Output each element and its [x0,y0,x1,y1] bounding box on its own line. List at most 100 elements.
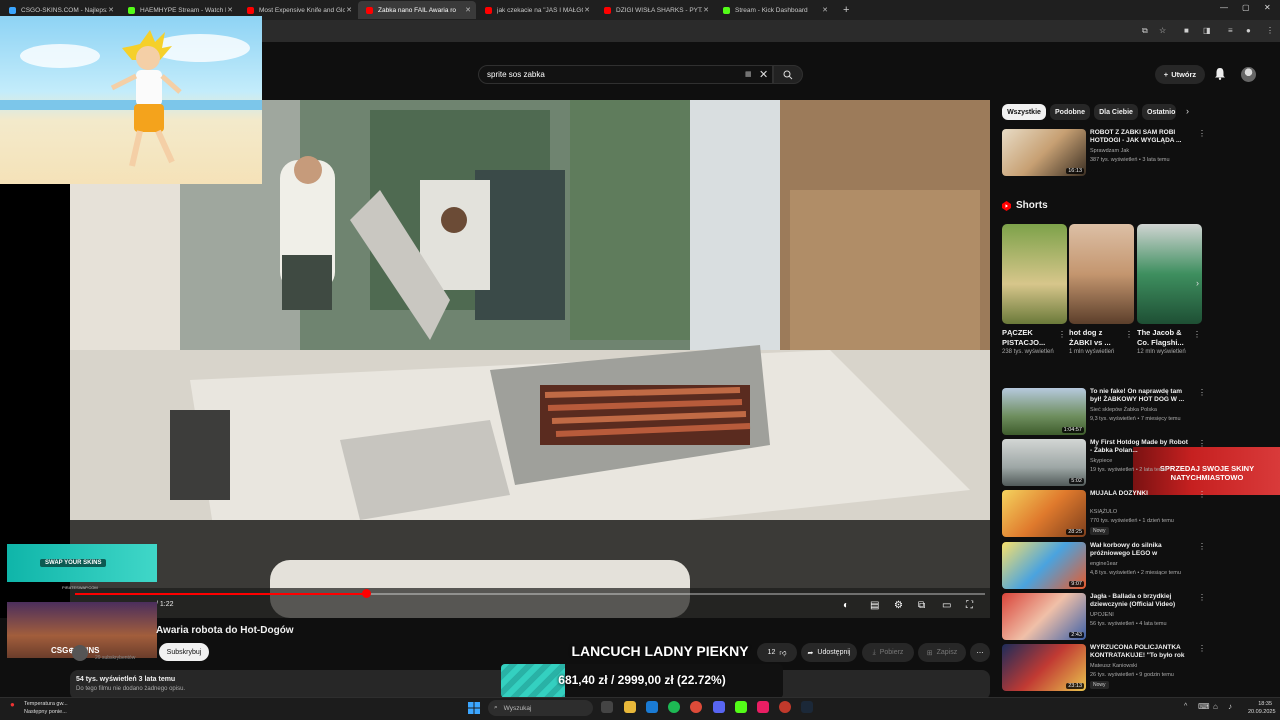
media-icon[interactable]: ≡ [1228,26,1233,35]
close-tab-icon[interactable]: ✕ [703,6,709,14]
download-button[interactable]: ⤓ Pobierz [862,643,914,662]
bookmark-star-icon[interactable]: ☆ [1159,26,1166,35]
channel-name[interactable]: Skypiece [1090,458,1112,464]
video-title[interactable]: WYRZUCONA POLICJANTKA KONTRATAKUJE! "To … [1090,644,1190,660]
clear-search-icon[interactable]: ✕ [759,68,768,81]
more-options-icon[interactable]: ⋮ [1198,388,1206,397]
menu-icon[interactable]: ⋮ [1266,26,1274,35]
keyboard-icon[interactable]: ▦ [745,70,752,78]
chip-related[interactable]: Podobne [1050,104,1090,120]
kick-icon[interactable] [735,701,747,713]
maximize-icon[interactable]: ▢ [1242,3,1250,12]
short-title[interactable]: The Jacob & Co. Flagshi... [1137,328,1192,348]
extension-icon[interactable]: ■ [1184,26,1189,35]
new-tab-icon[interactable]: + [843,4,849,16]
more-options-icon[interactable]: ⋮ [1198,439,1206,448]
browser-tab[interactable]: DZIGI WISŁA SHARKS - PYTANI✕ [596,1,714,19]
video-thumbnail[interactable]: 1:04:57 [1002,388,1086,435]
video-thumbnail[interactable]: 28:25 [1002,490,1086,537]
store-icon[interactable] [646,701,658,713]
more-options-icon[interactable]: ⋮ [1198,490,1206,499]
more-options-icon[interactable]: ⋮ [1125,330,1133,339]
channel-name[interactable]: Sieć sklepów Żabka Polska [1090,407,1157,413]
create-button[interactable]: + Utwórz [1155,65,1205,84]
close-tab-icon[interactable]: ✕ [584,6,590,14]
chip-all[interactable]: Wszystkie [1002,104,1046,120]
video-title[interactable]: ROBOT Z ŻABKI SAM ROBI HOTDOGI - JAK WYG… [1090,129,1190,145]
short-item[interactable]: hot dog z ŻABKI vs ... 1 mln wyświetleń … [1069,224,1134,357]
close-tab-icon[interactable]: ✕ [227,6,233,14]
subscribe-button[interactable]: Subskrybuj [159,643,209,661]
video-title[interactable]: To nie fake! On naprawdę tam był! ŻABKOW… [1090,388,1190,404]
more-options-icon[interactable]: ⋮ [1198,542,1206,551]
spotify-icon[interactable] [668,701,680,713]
browser-tab[interactable]: jak czekacie na "JAŚ I MAŁGOS ✕ [477,1,595,19]
chevron-right-icon[interactable]: › [1186,106,1189,116]
file-explorer-icon[interactable] [624,701,636,713]
channel-name[interactable]: Mateusz Kaniowski [1090,663,1137,669]
app-icon[interactable] [779,701,791,713]
taskbar-search[interactable]: ⌕ Wyszukaj [488,700,593,716]
autoplay-toggle[interactable]: ◐ [843,600,849,611]
extensions-puzzle-icon[interactable]: ◨ [1203,26,1211,35]
video-thumbnail[interactable]: 23:13 [1002,644,1086,691]
video-thumbnail[interactable]: 5:02 [1002,439,1086,486]
channel-name[interactable]: engine1ear [1090,561,1118,567]
more-actions-button[interactable]: ⋯ [970,643,990,662]
volume-icon[interactable]: ♪ [1228,702,1232,711]
more-options-icon[interactable]: ⋮ [1198,129,1206,138]
language-icon[interactable]: ⌨ [1198,702,1210,711]
close-tab-icon[interactable]: ✕ [465,6,471,14]
share-button[interactable]: ➦ Udostępnij [801,643,857,662]
system-clock[interactable]: 18:35 20.09.2025 [1248,700,1276,716]
network-icon[interactable]: ⌂ [1213,702,1218,711]
video-title[interactable]: My First Hotdog Made by Robot - Żabka Po… [1090,439,1190,455]
channel-name[interactable]: Sprawdzam Jak [1090,148,1129,154]
short-item[interactable]: The Jacob & Co. Flagshi... 12 mln wyświe… [1137,224,1202,357]
short-thumbnail[interactable] [1069,224,1134,324]
minimize-icon[interactable]: — [1220,3,1228,12]
video-title[interactable]: Wał korbowy do silnika próżniowego LEGO … [1090,542,1190,558]
notifications-bell-icon[interactable] [1214,67,1226,80]
swap-skins-banner[interactable]: SWAP YOUR SKINS PIRATESWAP.COM [7,544,157,590]
search-button[interactable] [773,65,803,84]
more-options-icon[interactable]: ⋮ [1193,330,1201,339]
browser-tab-active[interactable]: Żabka nano FAIL Awaria ro ✕ [358,1,476,19]
profile-icon[interactable]: ● [1246,26,1251,35]
close-tab-icon[interactable]: ✕ [346,6,352,14]
short-item[interactable]: PĄCZEK PISTACJO... 238 tys. wyświetleń ⋮ [1002,224,1067,357]
video-thumbnail[interactable]: 2:43 [1002,593,1086,640]
app-icon[interactable] [757,701,769,713]
steam-icon[interactable] [801,701,813,713]
video-title[interactable]: MUJALA DOŻYNKI [1090,490,1190,498]
video-thumbnail[interactable]: 9:07 [1002,542,1086,589]
search-input[interactable]: sprite sos zabka ▦ ✕ [478,65,773,84]
subtitles-icon[interactable]: ▤ [870,600,879,611]
fullscreen-icon[interactable]: ⛶ [966,600,973,611]
account-avatar[interactable] [1241,67,1256,82]
windows-start-icon[interactable] [468,702,480,714]
weather-widget[interactable]: Temperatura gw... Następny ponie... [24,700,68,716]
task-view-icon[interactable] [601,701,613,713]
channel-name[interactable]: KSIĄŻULO [1090,509,1117,515]
browser-tab[interactable]: Stream - Kick Dashboard ✕ [715,1,833,19]
miniplayer-icon[interactable]: ⧉ [918,600,925,611]
theater-mode-icon[interactable]: ▭ [942,600,951,611]
close-tab-icon[interactable]: ✕ [108,6,114,14]
chip-recent[interactable]: Ostatnio [1142,104,1176,120]
channel-name[interactable]: UPOJENI [1090,612,1114,618]
short-title[interactable]: PĄCZEK PISTACJO... [1002,328,1057,348]
settings-gear-icon[interactable]: ⚙ [894,600,903,611]
more-options-icon[interactable]: ⋮ [1198,593,1206,602]
short-title[interactable]: hot dog z ŻABKI vs ... [1069,328,1124,348]
channel-avatar[interactable] [72,645,88,661]
short-thumbnail[interactable] [1137,224,1202,324]
discord-icon[interactable] [713,701,725,713]
tray-chevron-icon[interactable]: ^ [1184,703,1187,710]
weather-icon[interactable]: ● [10,700,15,709]
more-options-icon[interactable]: ⋮ [1198,644,1206,653]
chrome-icon[interactable] [690,701,702,713]
short-thumbnail[interactable] [1002,224,1067,324]
chip-for-you[interactable]: Dla Ciebie [1094,104,1138,120]
more-options-icon[interactable]: ⋮ [1058,330,1066,339]
